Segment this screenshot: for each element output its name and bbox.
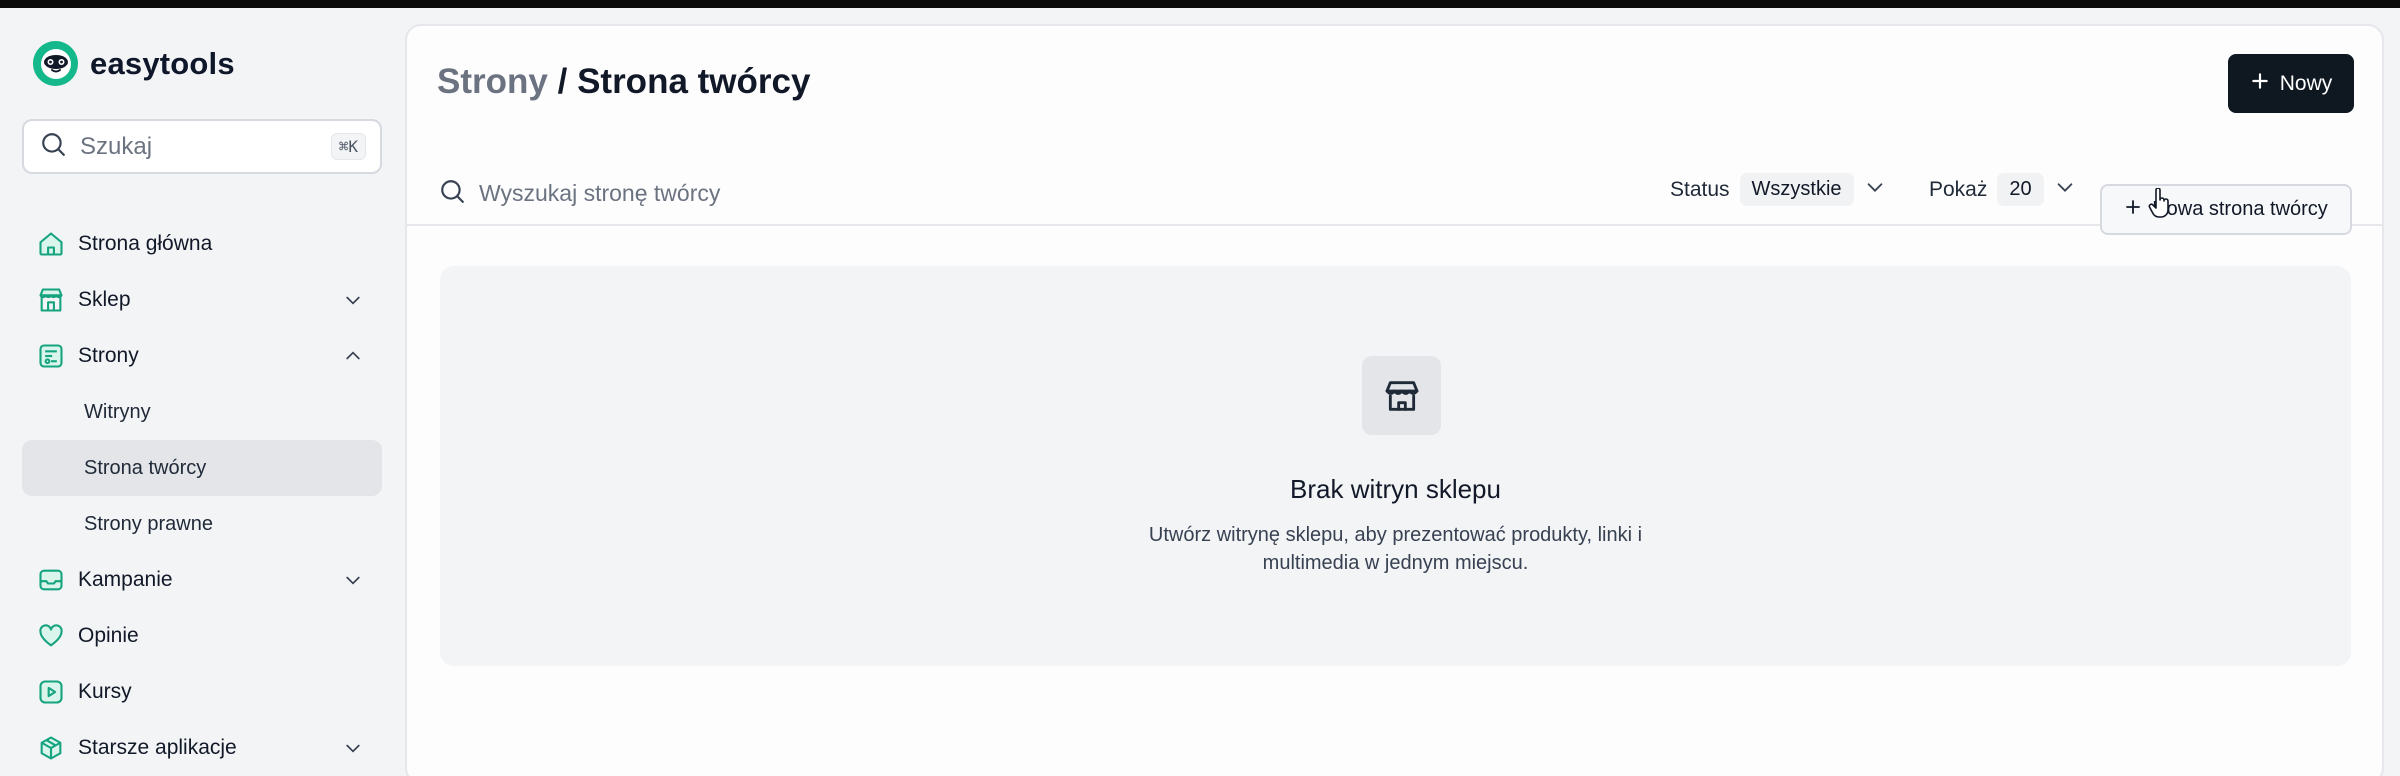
window-top-bar (0, 0, 2400, 8)
box-icon (36, 733, 66, 763)
show-value: 20 (1997, 173, 2044, 206)
show-count-select[interactable]: Pokaż 20 (1929, 173, 2076, 206)
new-button[interactable]: Nowy (2228, 54, 2354, 113)
search-icon (40, 131, 66, 162)
main-panel: Strony / Strona twórcy Nowy Wyszukaj str… (405, 24, 2384, 776)
heart-icon (36, 621, 66, 651)
sidebar-item-starsze-aplikacje[interactable]: Starsze aplikacje (22, 720, 382, 776)
plus-icon (2250, 71, 2270, 97)
status-value: Wszystkie (1739, 173, 1854, 206)
sidebar-subitem-strona-tworcy[interactable]: Strona twórcy (22, 440, 382, 496)
sidebar-subitem-strony-prawne[interactable]: Strony prawne (22, 496, 382, 552)
empty-state-title: Brak witryn sklepu (1290, 474, 1501, 504)
toolbar: Wyszukaj stronę twórcy Status Wszystkie … (407, 156, 2382, 235)
chevron-down-icon (342, 737, 364, 759)
sidebar-item-strony[interactable]: Strony (22, 328, 382, 384)
hand-pointer-cursor-icon (2148, 187, 2172, 223)
sidebar-item-kampanie[interactable]: Kampanie (22, 552, 382, 608)
sidebar-item-opinie[interactable]: Opinie (22, 608, 382, 664)
show-label: Pokaż (1929, 177, 1988, 201)
empty-state-description: Utwórz witrynę sklepu, aby prezentować p… (1148, 524, 1643, 574)
sidebar-item-home[interactable]: Strona główna (22, 216, 382, 272)
new-creator-page-label: Nowa strona twórcy (2152, 198, 2328, 220)
sidebar-item-label: Opinie (78, 624, 139, 647)
sidebar-item-label: Strona główna (78, 232, 213, 255)
search-placeholder: Szukaj (80, 132, 153, 160)
chevron-down-icon (1864, 176, 1886, 204)
brand-name: easytools (90, 45, 235, 81)
play-icon (36, 677, 66, 707)
home-icon (36, 229, 66, 259)
plus-icon (2124, 198, 2142, 222)
sidebar-subitem-witryny[interactable]: Witryny (22, 384, 382, 440)
breadcrumb-strony[interactable]: Strony (437, 62, 548, 101)
search-placeholder: Wyszukaj stronę twórcy (479, 180, 721, 206)
new-button-label: Nowy (2279, 71, 2333, 95)
sidebar-nav: Strona główna Sklep Strony Witryny Stron… (22, 216, 382, 776)
sidebar-item-kursy[interactable]: Kursy (22, 664, 382, 720)
brand[interactable]: easytools (33, 41, 235, 86)
new-creator-page-button[interactable]: Nowa strona twórcy (2100, 184, 2352, 235)
empty-state: Brak witryn sklepu Utwórz witrynę sklepu… (440, 266, 2351, 666)
storefront-icon (1362, 356, 1441, 435)
status-filter[interactable]: Status Wszystkie (1670, 173, 1886, 206)
pages-icon (36, 341, 66, 371)
chevron-down-icon (342, 289, 364, 311)
sloth-logo-icon (33, 41, 78, 86)
status-label: Status (1670, 177, 1730, 201)
store-icon (36, 285, 66, 315)
shortcut-badge: ⌘K (330, 133, 366, 160)
page-title: Strony / Strona twórcy (437, 62, 810, 102)
breadcrumb-separator: / (557, 62, 568, 101)
chevron-up-icon (342, 345, 364, 367)
sidebar-item-label: Kampanie (78, 568, 173, 591)
page-title-text: Strona twórcy (577, 62, 811, 101)
sidebar-item-label: Strony (78, 344, 139, 367)
search-icon (439, 178, 465, 209)
sidebar-item-sklep[interactable]: Sklep (22, 272, 382, 328)
chevron-down-icon (2054, 176, 2076, 204)
sidebar: easytools Szukaj ⌘K Strona główna Sklep (0, 8, 405, 776)
sidebar-item-label: Kursy (78, 680, 132, 703)
sidebar-item-label: Sklep (78, 288, 131, 311)
chevron-down-icon (342, 569, 364, 591)
creator-page-search-input[interactable]: Wyszukaj stronę twórcy (439, 178, 720, 209)
sidebar-item-label: Starsze aplikacje (78, 736, 237, 759)
mail-icon (36, 565, 66, 595)
sidebar-search-input[interactable]: Szukaj ⌘K (22, 119, 382, 174)
